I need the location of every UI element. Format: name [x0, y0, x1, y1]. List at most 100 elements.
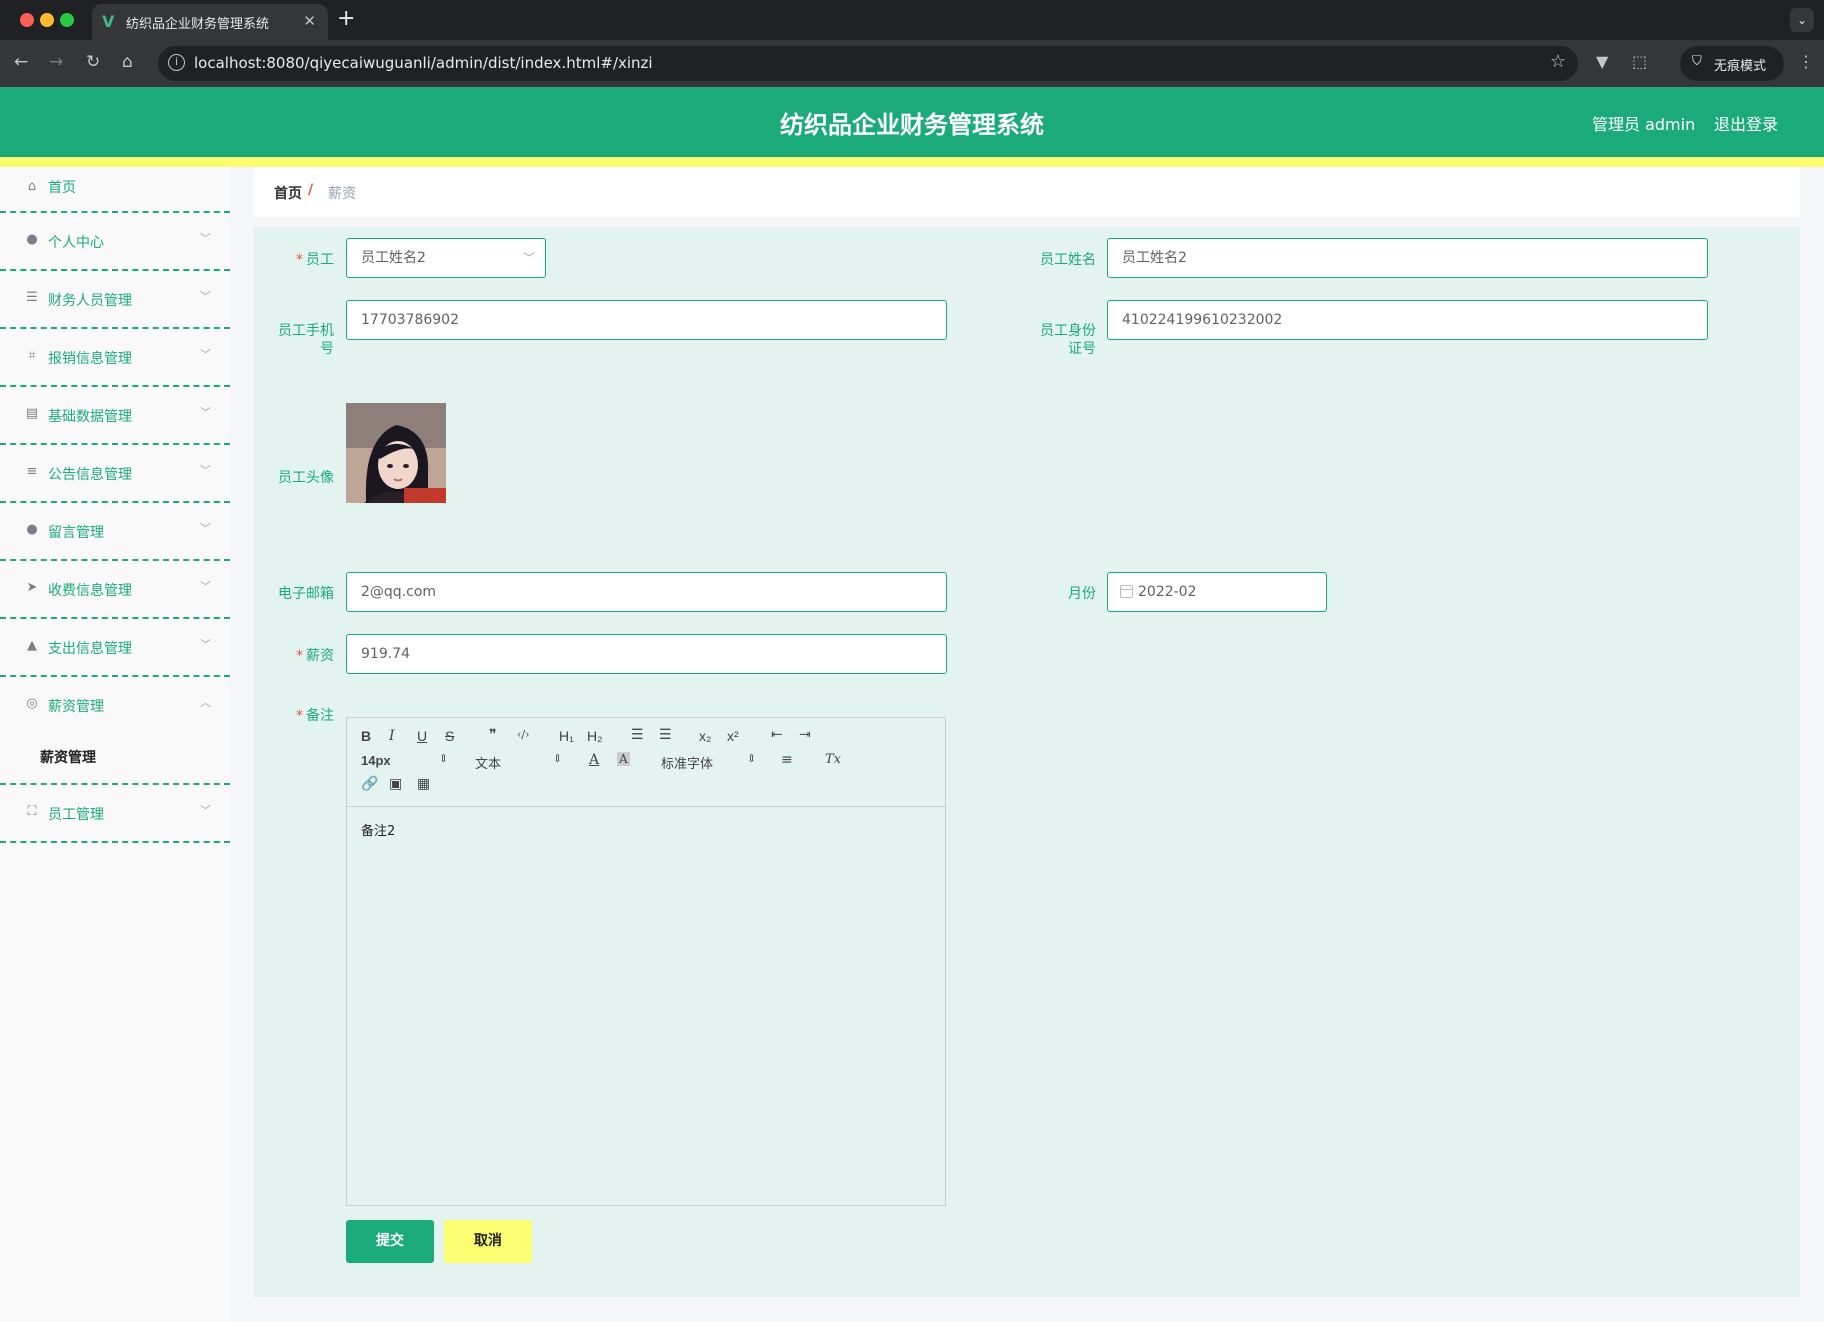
image-icon[interactable]: ▣ [389, 776, 402, 792]
user-icon: ● [26, 522, 38, 537]
sidebar-item-label: 收费信息管理 [48, 583, 132, 599]
id-card-input[interactable]: 410224199610232002 [1107, 300, 1708, 340]
cancel-button[interactable]: 取消 [444, 1220, 532, 1263]
email-input[interactable]: 2@qq.com [346, 572, 947, 612]
month-label: 月份 [1068, 586, 1096, 602]
rich-text-editor[interactable]: B I U S ❞ ‹/› H₁ H₂ ☰ ☰ x₂ x² ⇤ ⇥ 14px ⇕… [346, 717, 946, 1206]
sliders-icon: ☰ [26, 290, 38, 305]
sidebar-item-charges[interactable]: ➤ 收费信息管理 ﹀ [0, 561, 230, 619]
phone-input[interactable]: 17703786902 [346, 300, 947, 340]
editor-content[interactable]: 备注2 [361, 820, 395, 839]
sidebar: ⌂ 首页 ● 个人中心 ﹀ ☰ 财务人员管理 ﹀ ⌗ 报销信息管理 ﹀ ▤ 基础… [0, 167, 230, 1322]
compass-icon: ◎ [26, 696, 38, 711]
required-mark: * [296, 648, 303, 664]
reload-icon[interactable]: ↻ [86, 52, 100, 72]
employee-name-label: 员工姓名 [1040, 252, 1096, 268]
required-mark: * [296, 252, 303, 268]
minimize-window-icon[interactable] [40, 13, 54, 27]
browser-tabbar: V 纺织品企业财务管理系统 ✕ + ⌄ [0, 0, 1824, 40]
more-menu-icon[interactable]: ⋮ [1798, 52, 1814, 71]
sidebar-item-home[interactable]: ⌂ 首页 [0, 167, 230, 213]
h2-button[interactable]: H₂ [587, 728, 603, 744]
superscript-button[interactable]: x² [727, 728, 739, 744]
sidebar-item-employees[interactable]: ⛶ 员工管理 ﹀ [0, 785, 230, 843]
clean-format-button[interactable]: Tx [825, 752, 841, 767]
forward-icon[interactable]: → [49, 52, 63, 72]
month-picker[interactable]: 2022-02 [1107, 572, 1327, 612]
link-icon[interactable]: 🔗 [361, 776, 378, 792]
subscript-button[interactable]: x₂ [699, 728, 711, 744]
address-bar[interactable]: i localhost:8080/qiyecaiwuguanli/admin/d… [158, 46, 1578, 81]
vue-devtools-icon[interactable]: ▼ [1596, 52, 1608, 71]
sidebar-item-messages[interactable]: ● 留言管理 ﹀ [0, 503, 230, 561]
chevron-down-icon: ﹀ [200, 464, 211, 477]
maximize-window-icon[interactable] [60, 13, 74, 27]
header-stripe [0, 157, 1824, 167]
ordered-list-button[interactable]: ☰ [631, 727, 644, 743]
fullscreen-icon: ⛶ [27, 804, 37, 819]
header-select[interactable]: 文本 [475, 753, 501, 772]
sidebar-item-label: 留言管理 [48, 525, 104, 541]
sidebar-item-expenses[interactable]: ▲ 支出信息管理 ﹀ [0, 619, 230, 677]
employee-name-input[interactable]: 员工姓名2 [1107, 238, 1708, 278]
back-icon[interactable]: ← [14, 52, 28, 72]
sidebar-item-announcements[interactable]: ≡ 公告信息管理 ﹀ [0, 445, 230, 503]
sidebar-item-label: 个人中心 [48, 235, 104, 251]
home-icon[interactable]: ⌂ [122, 52, 133, 72]
send-icon: ➤ [26, 580, 38, 595]
chevron-down-icon: ﹀ [200, 804, 211, 817]
chevron-down-icon: ﹀ [200, 580, 211, 593]
background-color-icon[interactable]: A [617, 752, 630, 766]
incognito-label: 无痕模式 [1714, 59, 1767, 74]
sidebar-item-salary[interactable]: ◎ 薪资管理 ︿ 薪资管理 [0, 677, 230, 785]
sidebar-item-basic-data[interactable]: ▤ 基础数据管理 ﹀ [0, 387, 230, 445]
underline-button[interactable]: U [417, 728, 427, 744]
chevron-down-icon: ﹀ [522, 251, 535, 265]
bookmark-star-icon[interactable]: ☆ [1550, 51, 1566, 72]
submit-button[interactable]: 提交 [346, 1220, 434, 1263]
sidebar-item-reimbursement[interactable]: ⌗ 报销信息管理 ﹀ [0, 329, 230, 387]
blockquote-button[interactable]: ❞ [489, 727, 497, 743]
incognito-badge[interactable]: ⛉ 无痕模式 [1680, 46, 1784, 81]
sidebar-item-label: 报销信息管理 [48, 351, 132, 367]
sidebar-item-finance-staff[interactable]: ☰ 财务人员管理 ﹀ [0, 271, 230, 329]
font-family-select[interactable]: 标准字体 [661, 753, 713, 772]
employee-avatar[interactable] [346, 403, 446, 503]
h1-button[interactable]: H₁ [559, 728, 574, 744]
outdent-button[interactable]: ⇤ [771, 727, 783, 743]
text-color-icon[interactable]: A [589, 752, 599, 768]
chevron-down-icon: ﹀ [200, 638, 211, 651]
phone-label: 员工手机 号 [254, 311, 334, 356]
sidebar-item-label: 支出信息管理 [48, 641, 132, 657]
video-icon[interactable]: ▦ [417, 776, 430, 792]
extensions-icon[interactable]: ⬚ [1632, 52, 1647, 71]
font-size-select[interactable]: 14px [361, 753, 391, 768]
editor-toolbar: B I U S ❞ ‹/› H₁ H₂ ☰ ☰ x₂ x² ⇤ ⇥ 14px ⇕… [347, 718, 945, 807]
employee-select[interactable]: 员工姓名2 ﹀ [346, 238, 546, 278]
close-tab-icon[interactable]: ✕ [303, 12, 316, 30]
tab-search-icon[interactable]: ⌄ [1790, 8, 1814, 32]
sidebar-item-label: 薪资管理 [48, 699, 104, 715]
new-tab-icon[interactable]: + [337, 6, 355, 31]
bullet-list-button[interactable]: ☰ [659, 727, 672, 743]
browser-tab[interactable]: V 纺织品企业财务管理系统 ✕ [92, 4, 328, 40]
clipboard-icon: ▤ [25, 406, 39, 421]
site-info-icon[interactable]: i [168, 54, 185, 71]
salary-input[interactable]: 919.74 [346, 634, 947, 674]
logout-button[interactable]: 退出登录 [1714, 111, 1778, 135]
browser-toolbar: ← → ↻ ⌂ i localhost:8080/qiyecaiwuguanli… [0, 40, 1824, 87]
submenu-item-salary-management[interactable]: 薪资管理 [40, 747, 96, 767]
italic-button[interactable]: I [389, 728, 395, 744]
calendar-icon [1120, 585, 1133, 598]
close-window-icon[interactable] [20, 13, 34, 27]
strike-button[interactable]: S [445, 728, 454, 744]
avatar-image [346, 403, 446, 503]
sidebar-item-personal-center[interactable]: ● 个人中心 ﹀ [0, 213, 230, 271]
crop-icon: ⌗ [28, 348, 36, 363]
align-button[interactable]: ≡ [781, 752, 793, 768]
id-card-label: 员工身份 证号 [1016, 311, 1096, 356]
code-block-button[interactable]: ‹/› [517, 728, 530, 741]
breadcrumb-home[interactable]: 首页 [274, 183, 302, 203]
bold-button[interactable]: B [361, 728, 371, 744]
indent-button[interactable]: ⇥ [799, 727, 811, 743]
